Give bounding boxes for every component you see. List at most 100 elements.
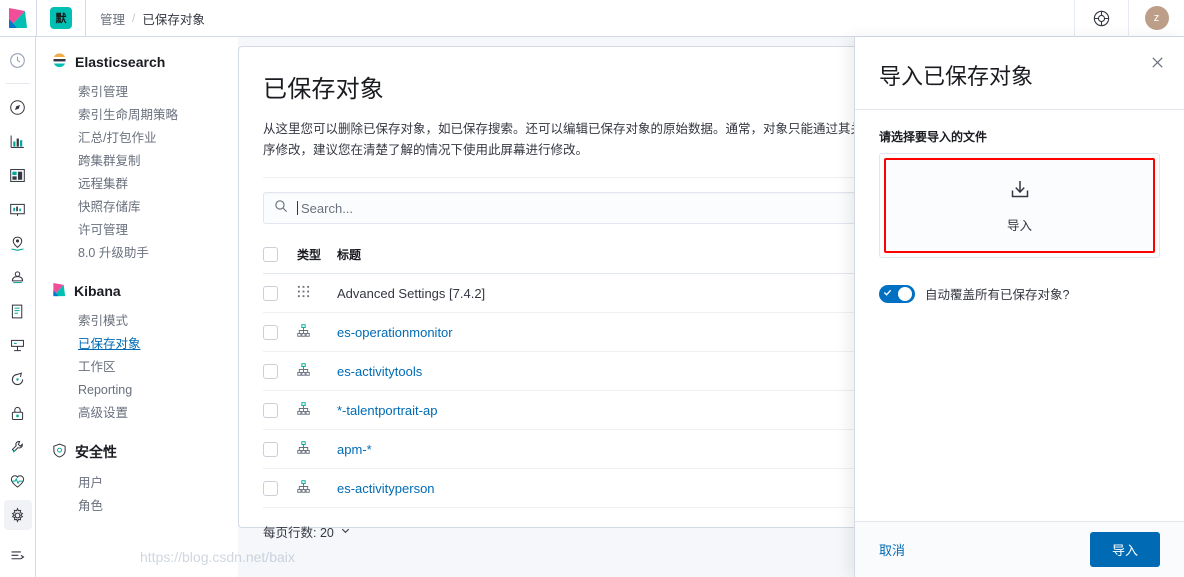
- flyout-header: 导入已保存对象: [855, 37, 1184, 110]
- sidebar-item-users[interactable]: 用户: [52, 471, 238, 494]
- sidebar-item-machine-learning[interactable]: [4, 262, 32, 292]
- file-picker[interactable]: 导入: [879, 153, 1160, 258]
- rows-per-page-selector[interactable]: 每页行数: 20: [263, 522, 953, 541]
- search-input[interactable]: Search...: [263, 192, 953, 224]
- index-pattern-icon: [297, 363, 310, 379]
- sidebar-item-apm[interactable]: [4, 330, 32, 360]
- kibana-logo-icon: [52, 282, 66, 300]
- row-select-cell[interactable]: [263, 468, 297, 508]
- row-type-cell: [297, 273, 337, 313]
- sidebar-item-discover[interactable]: [4, 92, 32, 122]
- check-icon: [883, 288, 892, 300]
- table-row[interactable]: es-activitytools: [263, 351, 953, 391]
- sidebar-item-dashboard[interactable]: [4, 160, 32, 190]
- row-select-cell[interactable]: [263, 312, 297, 352]
- sidebar-item-recently-viewed[interactable]: [4, 45, 32, 75]
- nav-group-title-label: Kibana: [74, 283, 121, 299]
- sidebar-item-reporting[interactable]: Reporting: [52, 378, 238, 401]
- sidebar-item-management[interactable]: [3, 500, 32, 530]
- sidebar-item-canvas[interactable]: [4, 194, 32, 224]
- space-badge: 默: [50, 7, 72, 29]
- file-dropzone[interactable]: 导入: [884, 158, 1155, 253]
- nav-icon-rail: [0, 37, 36, 577]
- sidebar-item-saved-objects[interactable]: 已保存对象: [52, 332, 238, 355]
- flyout-body: 请选择要导入的文件 导入 自动覆盖所有已保存对象?: [855, 110, 1184, 521]
- nav-group-security: 安全性: [52, 442, 238, 462]
- overwrite-toggle-label: 自动覆盖所有已保存对象?: [925, 288, 1070, 302]
- breadcrumb: 管理 / 已保存对象: [86, 9, 205, 28]
- nav-group-title-label: 安全性: [75, 444, 117, 460]
- elasticsearch-logo-icon: [52, 53, 67, 71]
- sidebar-item-siem[interactable]: [4, 398, 32, 428]
- breadcrumb-separator: /: [132, 11, 136, 25]
- sidebar-item-visualize[interactable]: [4, 126, 32, 156]
- row-type-cell: [297, 312, 337, 352]
- row-checkbox[interactable]: [263, 402, 278, 418]
- sidebar-item-license-management[interactable]: 许可管理: [52, 218, 238, 241]
- sidebar-item-remote-clusters[interactable]: 远程集群: [52, 172, 238, 195]
- sidebar-item-upgrade-assistant[interactable]: 8.0 升级助手: [52, 241, 238, 264]
- row-checkbox[interactable]: [263, 363, 278, 379]
- sidebar-item-rollup-jobs[interactable]: 汇总/打包作业: [52, 126, 238, 149]
- nav-collapse-button[interactable]: [4, 543, 32, 573]
- table-row[interactable]: es-activityperson: [263, 468, 953, 508]
- kibana-logo-icon[interactable]: [0, 0, 36, 36]
- row-checkbox[interactable]: [263, 480, 278, 496]
- row-type-cell: [297, 390, 337, 430]
- sidebar-item-advanced-settings[interactable]: 高级设置: [52, 401, 238, 424]
- help-lifebuoy-icon[interactable]: [1074, 0, 1128, 37]
- rows-per-page-label: 每页行数: 20: [263, 526, 334, 540]
- divider: [263, 177, 953, 178]
- index-pattern-icon: [297, 402, 310, 418]
- dropzone-label: 导入: [1006, 219, 1032, 233]
- space-selector[interactable]: 默: [37, 0, 85, 37]
- breadcrumb-item-saved-objects[interactable]: 已保存对象: [142, 9, 205, 28]
- table-row[interactable]: apm-*: [263, 429, 953, 469]
- sidebar-item-monitoring[interactable]: [4, 466, 32, 496]
- file-picker-label: 请选择要导入的文件: [879, 130, 988, 144]
- select-all-header[interactable]: [263, 240, 297, 274]
- sidebar-item-index-management[interactable]: 索引管理: [52, 80, 238, 103]
- row-checkbox[interactable]: [263, 324, 278, 340]
- sidebar-item-cross-cluster-replication[interactable]: 跨集群复制: [52, 149, 238, 172]
- flyout-footer: 取消 导入: [855, 521, 1184, 577]
- row-select-cell[interactable]: [263, 273, 297, 313]
- sidebar-item-logs[interactable]: [4, 296, 32, 326]
- column-header-type[interactable]: 类型: [297, 240, 337, 274]
- select-all-checkbox[interactable]: [263, 247, 278, 262]
- sidebar-item-index-lifecycle-policies[interactable]: 索引生命周期策略: [52, 103, 238, 126]
- shield-icon: [52, 443, 67, 461]
- sidebar-item-uptime[interactable]: [4, 364, 32, 394]
- overwrite-toggle[interactable]: [879, 284, 915, 303]
- row-type-cell: [297, 351, 337, 391]
- sidebar-item-maps[interactable]: [4, 228, 32, 258]
- table-row[interactable]: es-operationmonitor: [263, 312, 953, 352]
- row-checkbox[interactable]: [263, 441, 278, 457]
- row-select-cell[interactable]: [263, 351, 297, 391]
- search-placeholder: Search...: [301, 200, 354, 216]
- rail-divider: [5, 83, 30, 84]
- sidebar-item-snapshot-repositories[interactable]: 快照存储库: [52, 195, 238, 218]
- text-cursor: [297, 201, 298, 215]
- row-checkbox[interactable]: [263, 285, 278, 301]
- sidebar-item-dev-tools[interactable]: [4, 432, 32, 462]
- table-row[interactable]: *-talentportrait-ap: [263, 390, 953, 430]
- row-select-cell[interactable]: [263, 390, 297, 430]
- cancel-button[interactable]: 取消: [879, 540, 905, 559]
- row-select-cell[interactable]: [263, 429, 297, 469]
- table-row[interactable]: Advanced Settings [7.4.2]: [263, 273, 953, 313]
- top-header: 默 管理 / 已保存对象 z: [0, 0, 1184, 37]
- user-menu[interactable]: z: [1128, 0, 1184, 37]
- sidebar-item-roles[interactable]: 角色: [52, 494, 238, 517]
- page-description: 从这里您可以删除已保存对象，如已保存搜索。还可以编辑已保存对象的原始数据。通常，…: [263, 122, 914, 157]
- breadcrumb-item-management[interactable]: 管理: [100, 9, 125, 28]
- row-type-cell: [297, 468, 337, 508]
- nav-group-elasticsearch: Elasticsearch: [52, 53, 238, 71]
- close-icon[interactable]: [1150, 55, 1168, 73]
- import-button[interactable]: 导入: [1089, 532, 1160, 567]
- overwrite-toggle-row[interactable]: 自动覆盖所有已保存对象?: [879, 284, 1160, 303]
- header-actions: z: [1074, 0, 1184, 37]
- advanced-settings-grid-icon: [297, 285, 310, 301]
- sidebar-item-index-patterns[interactable]: 索引模式: [52, 309, 238, 332]
- sidebar-item-spaces[interactable]: 工作区: [52, 355, 238, 378]
